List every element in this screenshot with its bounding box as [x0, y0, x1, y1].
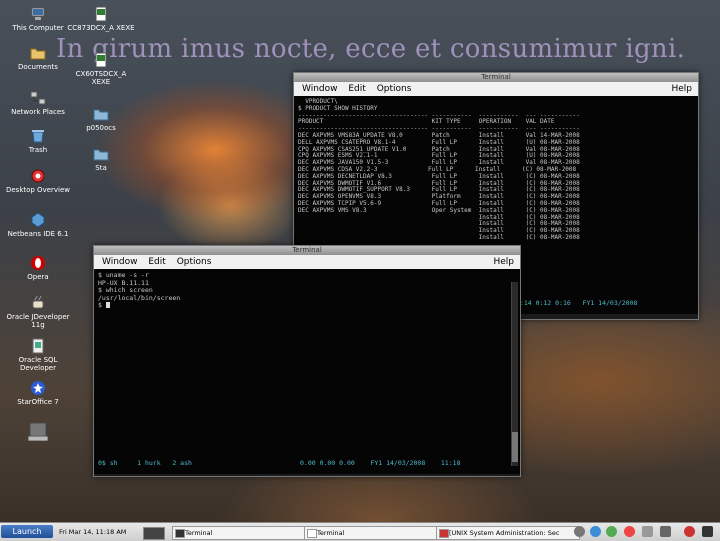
desktop-icon-drive[interactable] [3, 420, 73, 444]
jdeveloper-icon [32, 295, 44, 309]
netbeans-icon [31, 212, 45, 228]
desktop-icon-label: Desktop Overview [5, 186, 71, 194]
desktop: In girum imus nocte, ecce et consumimur … [0, 0, 720, 522]
menu-edit[interactable]: Edit [148, 257, 165, 267]
desktop-icon-label: Oracle SQL Developer [18, 356, 58, 372]
window-titlebar[interactable]: Terminal [94, 246, 520, 255]
terminal-cursor [105, 302, 110, 308]
tray-icon-6[interactable] [660, 526, 671, 537]
desktop-icon-label: Network Places [11, 108, 65, 116]
desktop-icon-jdeveloper[interactable]: Oracle JDeveloper 11g [3, 295, 73, 329]
tray-icon-8[interactable] [702, 526, 713, 537]
desktop-icon-network-places[interactable]: Network Places [3, 90, 73, 116]
terminal-line: Install (C) 08-MAR-2008 [298, 233, 580, 241]
staroffice-icon [31, 381, 45, 395]
desktop-icon-file-2[interactable]: CX60TSDCX_A XEXE [66, 52, 136, 86]
opera-icon [31, 256, 45, 270]
desktop-icon-label: Netbeans IDE 6.1 [7, 230, 69, 238]
desktop-icon-label: Opera [27, 273, 49, 281]
window-titlebar[interactable]: Terminal [294, 73, 698, 82]
taskbar-task-sysadmin[interactable]: [UNIX System Administration: Sec [436, 526, 580, 540]
sqldeveloper-icon [32, 338, 44, 354]
taskbar: Launch Fri Mar 14, 11:18 AM Terminal Ter… [0, 522, 720, 541]
desktop-icon-folder-sta[interactable]: Sta [66, 146, 136, 172]
desktop-icon-label: This Computer [12, 24, 64, 32]
desktop-icon-label: Sta [95, 164, 107, 172]
desktop-motto: In girum imus nocte, ecce et consumimur … [56, 34, 686, 64]
desktop-icon-file-1[interactable]: CC873DCX_A XEXE [66, 6, 136, 32]
app-icon [439, 529, 449, 538]
terminal-status-bar-right: 0.00 0.00 0.00 FY1 14/03/2008 11:18 [300, 459, 461, 467]
desktop-icon-opera[interactable]: Opera [3, 255, 73, 281]
folder-icon [93, 149, 109, 161]
menu-help[interactable]: Help [671, 82, 692, 96]
taskbar-clock: Fri Mar 14, 11:18 AM [59, 528, 127, 536]
tray-icon-4[interactable] [624, 526, 635, 537]
tray-icon-5[interactable] [642, 526, 653, 537]
desktop-icon-netbeans[interactable]: Netbeans IDE 6.1 [3, 212, 73, 238]
terminal-line: HP-UX B.11.11 [98, 278, 149, 287]
tray-icon-1[interactable] [574, 526, 585, 537]
menu-help[interactable]: Help [493, 255, 514, 269]
desktop-icon-label: CX60TSDCX_A XEXE [75, 70, 127, 86]
taskbar-task-terminal-2[interactable]: Terminal [304, 526, 440, 540]
desktop-icon-sqldeveloper[interactable]: Oracle SQL Developer [3, 338, 73, 372]
network-icon [30, 91, 46, 105]
terminal-line: /usr/local/bin/screen [98, 293, 181, 302]
workspace-switcher[interactable] [143, 527, 165, 540]
desktop-icon-desktop-overview[interactable]: Desktop Overview [3, 168, 73, 194]
terminal-scrollbar[interactable] [511, 282, 518, 466]
computer-icon [31, 7, 45, 20]
task-label: Terminal [317, 529, 345, 537]
terminal-line: $ [98, 301, 516, 310]
desktop-icon-label: CC873DCX_A XEXE [67, 24, 135, 32]
terminal-output[interactable]: $ uname -s -r HP-UX B.11.11 $ which screen… [94, 269, 520, 474]
terminal-icon [175, 529, 185, 538]
folder-icon [30, 48, 46, 60]
task-label: Terminal [185, 529, 213, 537]
desktop-icon-label: Oracle JDeveloper 11g [6, 313, 70, 329]
terminal-icon [307, 529, 317, 538]
menu-window[interactable]: Window [102, 257, 138, 267]
desktop-icon-trash[interactable]: Trash [3, 128, 73, 154]
document-icon [95, 6, 107, 22]
window-menubar: Window Edit Options Help [294, 82, 698, 96]
menu-options[interactable]: Options [177, 257, 212, 267]
menu-edit[interactable]: Edit [348, 84, 365, 94]
taskbar-task-terminal-1[interactable]: Terminal [172, 526, 308, 540]
folder-icon [93, 109, 109, 121]
terminal-window-front[interactable]: Terminal Window Edit Options Help $ unam… [93, 245, 521, 477]
document-icon [95, 52, 107, 68]
desktop-icon-folder-p050ocs[interactable]: p050ocs [66, 106, 136, 132]
task-label: [UNIX System Administration: Sec [449, 529, 560, 537]
menu-options[interactable]: Options [377, 84, 412, 94]
launch-button[interactable]: Launch [1, 525, 53, 538]
menu-window[interactable]: Window [302, 84, 338, 94]
desktop-icon-this-computer[interactable]: This Computer [3, 6, 73, 32]
tray-icon-7[interactable] [684, 526, 695, 537]
tray-icon-3[interactable] [606, 526, 617, 537]
desktop-icon-label: Documents [18, 63, 58, 71]
scrollbar-thumb[interactable] [512, 432, 518, 462]
terminal-status-bar: 0:14 0:12 0:16 FY1 14/03/2008 [516, 299, 638, 307]
desktop-icon-label: p050ocs [86, 124, 116, 132]
tray-globe-icon[interactable] [590, 526, 601, 537]
desktop-overview-icon [31, 169, 45, 183]
window-menubar: Window Edit Options Help [94, 255, 520, 269]
terminal-line: $ uname -s -r [98, 271, 149, 279]
desktop-icon-label: Trash [28, 146, 48, 154]
trash-icon [32, 130, 44, 143]
desktop-icon-staroffice[interactable]: StarOffice 7 [3, 380, 73, 406]
desktop-icon-label: StarOffice 7 [17, 398, 59, 406]
desktop-icon-documents[interactable]: Documents [3, 45, 73, 71]
drive-icon [28, 422, 48, 441]
